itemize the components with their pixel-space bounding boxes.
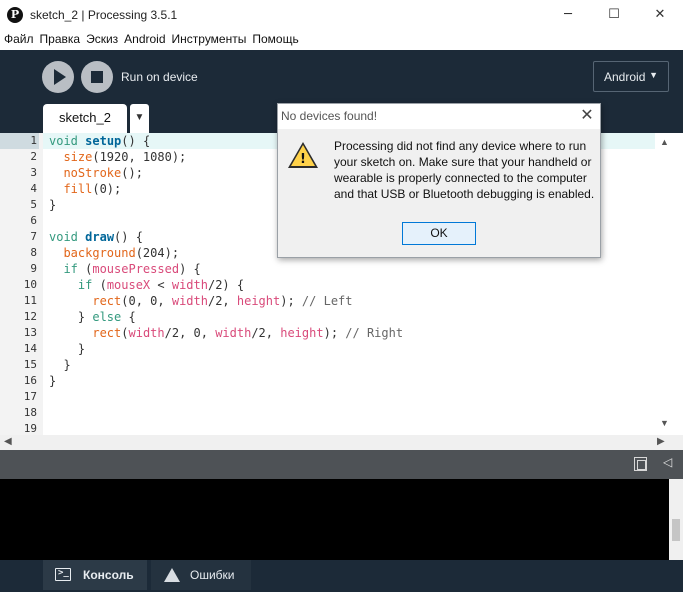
chevron-down-icon: ▼: [649, 70, 658, 80]
code-line: if (mousePressed) {: [63, 262, 201, 276]
tab-errors[interactable]: Ошибки: [151, 560, 251, 592]
line-number: 10: [23, 278, 37, 291]
line-number: 16: [23, 374, 37, 387]
menu-bar: Файл Правка Эскиз Android Инструменты По…: [0, 30, 683, 50]
warning-mark: !: [300, 152, 306, 167]
console-icon: >_: [55, 568, 71, 581]
console-output: [0, 479, 683, 560]
line-number: 5: [30, 198, 37, 211]
line-number: 18: [23, 406, 37, 419]
line-number: 9: [30, 262, 37, 275]
dialog-title: No devices found!: [281, 109, 378, 123]
line-number: 11: [23, 294, 37, 307]
mode-label: Android: [604, 70, 646, 84]
warning-icon: [164, 568, 180, 592]
line-number: 7: [30, 230, 37, 243]
warning-icon: !: [288, 142, 318, 168]
tab-errors-label: Ошибки: [190, 568, 235, 582]
line-number: 15: [23, 358, 37, 371]
scroll-up-icon[interactable]: ▲: [660, 137, 669, 147]
console-scroll-thumb[interactable]: [672, 519, 680, 541]
code-line: } else {: [49, 310, 136, 324]
menu-sketch[interactable]: Эскиз: [85, 30, 121, 50]
ok-button[interactable]: OK: [402, 222, 476, 245]
console-scrollbar[interactable]: [669, 479, 683, 560]
code-line: rect(0, 0, width/2, height); // Left: [92, 294, 353, 308]
no-devices-dialog: No devices found! ✕ ! Processing did not…: [277, 103, 601, 258]
scroll-right-icon[interactable]: ▶: [657, 436, 665, 447]
stop-button[interactable]: [81, 61, 113, 93]
menu-edit[interactable]: Правка: [39, 30, 84, 50]
title-bar: P sketch_2 | Processing 3.5.1 ─ ☐ ✕: [0, 0, 683, 30]
warning-icon-fill: !: [291, 145, 315, 167]
code-line: }: [49, 342, 86, 356]
tab-console-label: Консоль: [83, 568, 134, 582]
tab-menu-arrow-icon[interactable]: ▼: [130, 104, 149, 133]
tab-sketch[interactable]: sketch_2: [43, 104, 127, 133]
dialog-message: Processing did not find any device where…: [334, 139, 595, 201]
dialog-close-icon[interactable]: ✕: [577, 106, 597, 126]
menu-android[interactable]: Android: [123, 30, 168, 50]
code-line: }: [49, 358, 71, 372]
line-number: 14: [23, 342, 37, 355]
menu-file[interactable]: Файл: [3, 30, 37, 50]
toolbar: Run on device Android ▼: [0, 50, 683, 103]
line-number: 8: [30, 246, 37, 259]
collapse-arrow-icon[interactable]: ◁: [663, 455, 672, 469]
run-status-label: Run on device: [121, 70, 198, 84]
menu-help[interactable]: Помощь: [251, 30, 301, 50]
line-number: 19: [23, 422, 37, 435]
code-line: if (mouseX < width/2) {: [77, 278, 245, 292]
editor-vertical-scrollbar[interactable]: ▲ ▼: [656, 133, 683, 435]
line-number: 3: [30, 166, 37, 179]
play-icon: [54, 69, 66, 85]
editor-horizontal-scrollbar[interactable]: ◀ ▶: [0, 435, 683, 450]
bottom-tab-bar: >_ Консоль Ошибки: [0, 560, 683, 592]
dialog-title-bar: No devices found!: [278, 104, 600, 129]
processing-logo-icon: P: [7, 7, 23, 23]
line-number: 13: [23, 326, 37, 339]
line-number: 1: [0, 133, 39, 149]
console-divider[interactable]: ◁: [0, 450, 683, 479]
mode-selector[interactable]: Android ▼: [593, 61, 669, 92]
scroll-left-icon[interactable]: ◀: [4, 436, 12, 447]
line-number: 4: [30, 182, 37, 195]
window-title: sketch_2 | Processing 3.5.1: [30, 8, 178, 22]
code-line: }: [49, 374, 57, 388]
copy-icon[interactable]: [634, 457, 647, 471]
line-number: 17: [23, 390, 37, 403]
minimize-icon[interactable]: ─: [545, 0, 591, 30]
code-line: rect(width/2, 0, width/2, height); // Ri…: [92, 326, 404, 340]
line-number-gutter: 1 2 3 4 5 6 7 8 9 10 11 12 13 14 15 16 1…: [0, 133, 43, 435]
tab-console[interactable]: >_ Консоль: [43, 560, 147, 590]
menu-tools[interactable]: Инструменты: [171, 30, 250, 50]
maximize-icon[interactable]: ☐: [591, 0, 637, 30]
close-window-icon[interactable]: ✕: [637, 0, 683, 30]
line-number: 6: [30, 214, 37, 227]
line-number: 2: [30, 150, 37, 163]
scroll-down-icon[interactable]: ▼: [660, 418, 669, 428]
stop-icon: [91, 71, 103, 83]
line-number: 12: [23, 310, 37, 323]
run-button[interactable]: [42, 61, 74, 93]
